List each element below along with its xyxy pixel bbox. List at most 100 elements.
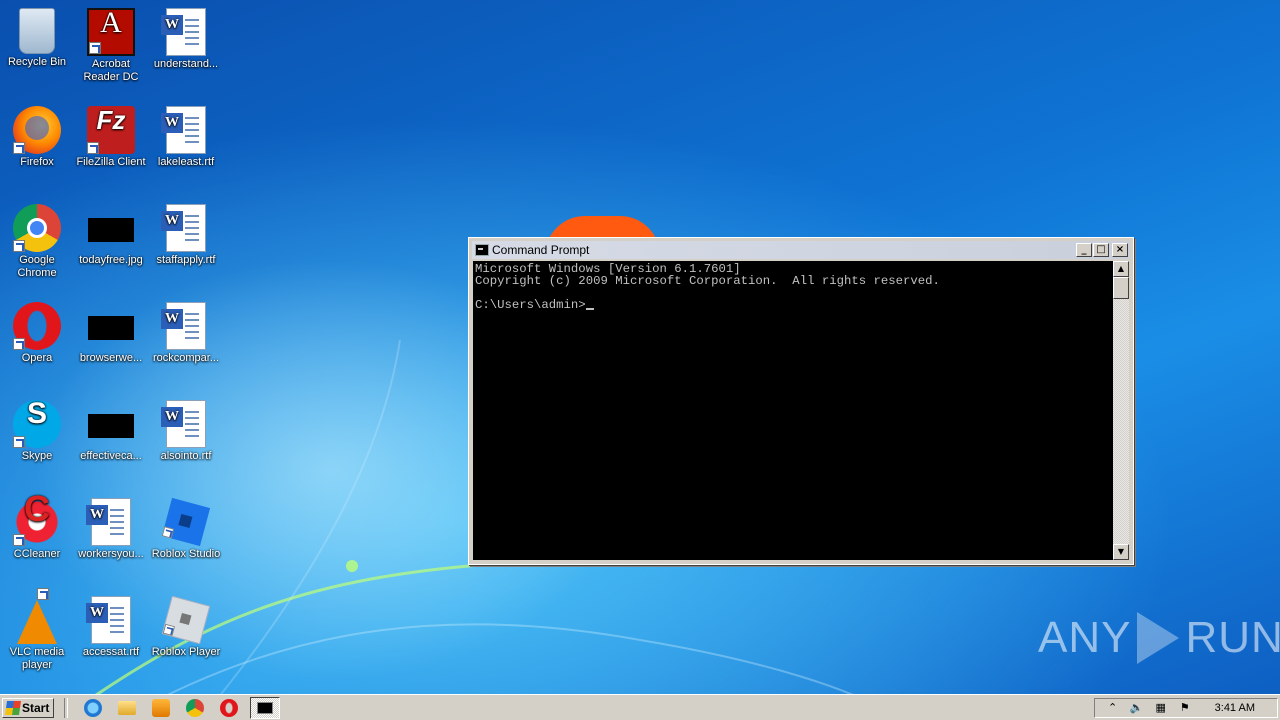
desktop-icon-label: CCleaner [13, 548, 61, 560]
desktop-icon[interactable]: todayfree.jpg [74, 204, 148, 267]
desktop-icon-label: effectiveca... [80, 450, 142, 462]
shortcut-arrow-icon [87, 142, 99, 154]
shortcut-arrow-icon [13, 534, 25, 546]
desktop-icon-label: Roblox Studio [151, 548, 221, 560]
scroll-up-button[interactable]: ▲ [1113, 261, 1129, 277]
desktop-icon[interactable]: accessat.rtf [74, 596, 148, 659]
cmd-taskbar-button[interactable] [250, 696, 280, 719]
desktop-icon[interactable]: Google Chrome [0, 204, 74, 280]
desktop-icon[interactable]: understand... [149, 8, 223, 71]
shortcut-arrow-icon [13, 240, 25, 252]
volume-icon[interactable]: 🔈 [1130, 701, 1144, 715]
word-document-icon [161, 400, 206, 448]
clock[interactable]: 3:41 AM [1215, 702, 1255, 714]
desktop-icon-label: Google Chrome [17, 254, 57, 279]
file-explorer-icon[interactable] [118, 700, 136, 715]
acrobat-icon [87, 8, 135, 56]
desktop-icon-label: Roblox Player [151, 646, 221, 658]
desktop-icon[interactable]: lakeleast.rtf [149, 106, 223, 169]
desktop-icon[interactable]: Acrobat Reader DC [74, 8, 148, 84]
desktop-icon[interactable]: Skype [0, 400, 74, 463]
start-button[interactable]: Start [2, 697, 54, 718]
media-player-icon[interactable] [152, 698, 170, 717]
show-hidden-icons-icon[interactable]: ⌃ [1106, 701, 1120, 715]
desktop-icon[interactable]: effectiveca... [74, 400, 148, 463]
window-title: Command Prompt [492, 243, 590, 257]
recycle-bin-icon [19, 8, 55, 54]
word-document-icon [161, 8, 206, 56]
vlc-icon [17, 588, 57, 644]
chrome-taskbar-icon[interactable] [186, 698, 204, 717]
desktop-icon[interactable]: browserwe... [74, 302, 148, 365]
desktop-icon[interactable]: workersyou... [74, 498, 148, 561]
taskbar: Start ⌃ 🔈 ▦ ⚑ 3:41 AM [0, 694, 1280, 720]
play-logo-icon [1137, 612, 1180, 664]
watermark-text-right: RUN [1185, 613, 1280, 662]
skype-icon [13, 400, 61, 448]
word-document-icon [161, 302, 206, 350]
desktop-icon[interactable]: FileZilla Client [74, 106, 148, 169]
network-icon[interactable]: ▦ [1154, 701, 1168, 715]
command-prompt-window[interactable]: Command Prompt _ □ × Microsoft Windows [… [468, 237, 1134, 565]
shortcut-arrow-icon [13, 142, 25, 154]
word-document-icon [161, 204, 206, 252]
minimize-button[interactable]: _ [1076, 243, 1092, 257]
close-button[interactable]: × [1112, 243, 1128, 257]
windows-logo-icon [5, 700, 21, 715]
desktop-icon[interactable]: Opera [0, 302, 74, 365]
firefox-icon [13, 106, 61, 154]
cmd-taskbar-icon [257, 701, 273, 714]
start-label: Start [22, 700, 50, 715]
desktop-icon-label: lakeleast.rtf [157, 156, 215, 168]
console-prompt-line: C:\Users\admin> [475, 299, 1111, 311]
desktop-icon-label: staffapply.rtf [156, 254, 216, 266]
text-cursor [585, 308, 594, 310]
desktop-icon[interactable]: Recycle Bin [0, 8, 74, 69]
console-output[interactable]: Microsoft Windows [Version 6.1.7601] Copy… [473, 261, 1113, 560]
word-document-icon [161, 106, 206, 154]
console-line: Copyright (c) 2009 Microsoft Corporation… [475, 274, 940, 288]
vertical-scrollbar[interactable]: ▲ ▼ [1113, 261, 1129, 560]
roblox-player-icon [161, 595, 211, 645]
shortcut-arrow-icon [89, 42, 101, 54]
desktop-icon-label: rockcompar... [152, 352, 220, 364]
internet-explorer-icon[interactable] [84, 698, 102, 717]
desktop-icon-label: accessat.rtf [82, 646, 140, 658]
desktop-icon-label: Opera [21, 352, 53, 364]
anyrun-watermark: ANY RUN [1038, 612, 1280, 664]
desktop-icon-label: VLC media player [9, 646, 65, 671]
scroll-down-button[interactable]: ▼ [1113, 544, 1129, 560]
filezilla-icon [87, 106, 135, 154]
desktop-icon[interactable]: CCleaner [0, 498, 74, 561]
desktop-icon[interactable]: rockcompar... [149, 302, 223, 365]
action-center-flag-icon[interactable]: ⚑ [1178, 701, 1192, 715]
desktop-icon-label: Acrobat Reader DC [83, 58, 139, 83]
desktop-icon-label: Recycle Bin [7, 56, 67, 68]
taskbar-separator [64, 697, 68, 718]
desktop-icon-label: alsointo.rtf [160, 450, 212, 462]
desktop-icon-label: understand... [153, 58, 219, 70]
scroll-thumb[interactable] [1113, 277, 1129, 299]
desktop-icon[interactable]: Roblox Player [149, 595, 223, 659]
desktop-icon[interactable]: VLC media player [0, 588, 74, 672]
window-titlebar[interactable]: Command Prompt _ □ × [472, 241, 1130, 259]
desktop-icon[interactable]: Roblox Studio [149, 497, 223, 561]
system-tray: ⌃ 🔈 ▦ ⚑ 3:41 AM [1093, 697, 1278, 718]
opera-taskbar-icon[interactable] [220, 698, 238, 717]
desktop-icon-label: todayfree.jpg [79, 254, 143, 266]
desktop-icon[interactable]: alsointo.rtf [149, 400, 223, 463]
cmd-icon[interactable] [475, 244, 489, 256]
image-thumbnail-icon [88, 316, 134, 340]
shortcut-arrow-icon [13, 436, 25, 448]
shortcut-arrow-icon [37, 588, 49, 600]
maximize-button[interactable]: □ [1093, 243, 1109, 257]
desktop-icon[interactable]: Firefox [0, 106, 74, 169]
desktop-icon[interactable]: staffapply.rtf [149, 204, 223, 267]
image-thumbnail-icon [88, 414, 134, 438]
desktop-icon-label: browserwe... [79, 352, 143, 364]
ccleaner-icon [13, 498, 61, 546]
desktop-icon-label: FileZilla Client [76, 156, 146, 168]
shortcut-arrow-icon [161, 526, 174, 539]
watermark-text-left: ANY [1038, 613, 1132, 662]
opera-icon [13, 302, 61, 350]
